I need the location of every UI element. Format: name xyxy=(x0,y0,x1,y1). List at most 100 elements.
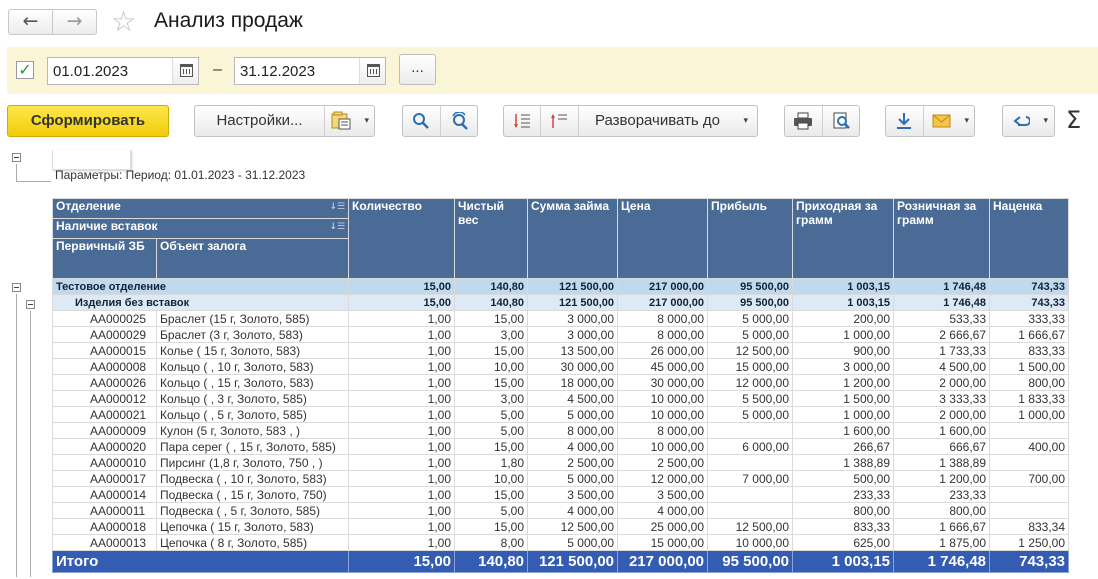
cell-value[interactable]: 5 000,00 xyxy=(707,310,794,327)
cell-value[interactable]: 1,00 xyxy=(348,374,456,391)
date-to-field[interactable] xyxy=(234,57,386,85)
cell-value[interactable]: 12 500,00 xyxy=(527,518,619,535)
cell-value[interactable]: 5,00 xyxy=(454,502,529,519)
cell-code[interactable]: AA000013 xyxy=(52,534,157,551)
header-price[interactable]: Цена xyxy=(617,198,709,279)
cell-value[interactable]: 1,00 xyxy=(348,310,456,327)
table-row[interactable]: AA000015 Колье ( 15 г, Золото, 583) 1,00 15… xyxy=(52,342,1070,359)
header-net-weight[interactable]: Чистый вес xyxy=(454,198,529,279)
cell-value[interactable]: 12 000,00 xyxy=(617,470,709,487)
table-row[interactable]: AA000014 Подвеска ( , 15 г, Золото, 750) 1… xyxy=(52,486,1070,503)
cell-value[interactable]: 140,80 xyxy=(454,294,529,311)
cell-value[interactable]: 3 000,00 xyxy=(527,326,619,343)
cell-value[interactable]: 666,67 xyxy=(893,438,991,455)
cell-object[interactable]: Подвеска ( , 5 г, Золото, 585) xyxy=(155,502,350,519)
cell-value[interactable]: 217 000,00 xyxy=(617,278,709,295)
cell-value[interactable]: 1 746,48 xyxy=(893,294,991,311)
cell-value[interactable]: 26 000,00 xyxy=(617,342,709,359)
cell-value[interactable] xyxy=(707,422,794,439)
header-department[interactable]: Отделение ↓☰ xyxy=(51,198,350,219)
cell-value[interactable]: 266,67 xyxy=(792,438,895,455)
cell-value[interactable]: 15,00 xyxy=(454,310,529,327)
cell-value[interactable]: 15 000,00 xyxy=(707,358,794,375)
cell-value[interactable]: 30 000,00 xyxy=(527,358,619,375)
cell-value[interactable]: 1 733,33 xyxy=(893,342,991,359)
cell-object[interactable]: Браслет (3 г, Золото, 583) xyxy=(155,326,350,343)
cell-value[interactable]: 233,33 xyxy=(893,486,991,503)
cell-value[interactable] xyxy=(989,486,1070,503)
header-markup[interactable]: Наценка xyxy=(989,198,1070,279)
cell-value[interactable]: 900,00 xyxy=(792,342,895,359)
cell-code[interactable]: AA000025 xyxy=(52,310,157,327)
cell-value[interactable]: 1,00 xyxy=(348,358,456,375)
collapse-params-icon[interactable] xyxy=(12,153,21,162)
cell-object[interactable]: Цепочка ( 8 г, Золото, 585) xyxy=(155,534,350,551)
cell-value[interactable]: 13 500,00 xyxy=(527,342,619,359)
header-object[interactable]: Объект залога xyxy=(155,238,350,279)
header-loan-sum[interactable]: Сумма займа xyxy=(527,198,619,279)
cell-value[interactable]: 25 000,00 xyxy=(617,518,709,535)
subgroup-row[interactable]: Изделия без вставок 15,00 140,80 121 500,00… xyxy=(51,294,1070,311)
cell-value[interactable]: 5 000,00 xyxy=(707,326,794,343)
cell-value[interactable]: 8 000,00 xyxy=(617,310,709,327)
save-button[interactable] xyxy=(886,106,923,136)
table-row[interactable]: AA000012 Кольцо ( , 3 г, Золото, 585) 1,00… xyxy=(52,390,1070,407)
cell-value[interactable]: 1 500,00 xyxy=(989,358,1070,375)
cell-value[interactable]: 1 250,00 xyxy=(989,534,1070,551)
cell-value[interactable] xyxy=(707,454,794,471)
cell-value[interactable]: 4 000,00 xyxy=(617,502,709,519)
cell-code[interactable]: AA000010 xyxy=(52,454,157,471)
cell-value[interactable]: 1 388,89 xyxy=(792,454,895,471)
cell-value[interactable]: 7 000,00 xyxy=(707,470,794,487)
print-preview-button[interactable] xyxy=(822,106,860,136)
cell-value[interactable]: 1 600,00 xyxy=(792,422,895,439)
cell-value[interactable]: 4 000,00 xyxy=(527,502,619,519)
cell-value[interactable]: 30 000,00 xyxy=(617,374,709,391)
cell-code[interactable]: AA000012 xyxy=(52,390,157,407)
cell-value[interactable]: 12 500,00 xyxy=(707,518,794,535)
date-to-calendar-button[interactable] xyxy=(359,58,385,84)
cell-value[interactable]: 8 000,00 xyxy=(527,422,619,439)
cell-value[interactable]: 1 000,00 xyxy=(989,406,1070,423)
cell-value[interactable]: 3 333,33 xyxy=(893,390,991,407)
cell-value[interactable]: 15,00 xyxy=(454,518,529,535)
period-select-button[interactable]: ... xyxy=(399,54,436,85)
date-from-calendar-button[interactable] xyxy=(172,58,198,84)
cell-code[interactable]: AA000008 xyxy=(52,358,157,375)
cell-value[interactable]: 743,33 xyxy=(989,294,1070,311)
cell-value[interactable]: 1 746,48 xyxy=(893,550,991,573)
cell-value[interactable]: 15,00 xyxy=(348,278,456,295)
cell-value[interactable]: 800,00 xyxy=(893,502,991,519)
cell-value[interactable]: 1 875,00 xyxy=(893,534,991,551)
cell-object[interactable]: Колье ( 15 г, Золото, 583) xyxy=(155,342,350,359)
cell-value[interactable]: 18 000,00 xyxy=(527,374,619,391)
cell-value[interactable]: 1 003,15 xyxy=(792,278,895,295)
header-inserts[interactable]: Наличие вставок ↓☰ xyxy=(51,218,350,239)
cell-value[interactable]: 12 000,00 xyxy=(707,374,794,391)
cell-value[interactable]: 1,00 xyxy=(348,470,456,487)
cell-value[interactable]: 1 746,48 xyxy=(893,278,991,295)
cell-code[interactable]: AA000020 xyxy=(52,438,157,455)
cell-value[interactable]: 2 000,00 xyxy=(893,406,991,423)
cell-value[interactable]: 10 000,00 xyxy=(617,438,709,455)
sort-icon[interactable]: ↓☰ xyxy=(329,202,345,212)
cell-object[interactable]: Кольцо ( , 3 г, Золото, 585) xyxy=(155,390,350,407)
cell-value[interactable] xyxy=(707,502,794,519)
cell-code[interactable]: AA000014 xyxy=(52,486,157,503)
cell-value[interactable]: 5 000,00 xyxy=(527,534,619,551)
cell-value[interactable]: 400,00 xyxy=(989,438,1070,455)
cell-value[interactable]: 95 500,00 xyxy=(707,294,794,311)
cell-value[interactable]: 1,80 xyxy=(454,454,529,471)
cell-value[interactable]: 1,00 xyxy=(348,518,456,535)
cell-code[interactable]: AA000018 xyxy=(52,518,157,535)
find-button[interactable] xyxy=(403,106,440,136)
cell-value[interactable]: 833,34 xyxy=(989,518,1070,535)
group-label[interactable]: Изделия без вставок xyxy=(51,294,350,311)
cell-value[interactable]: 15,00 xyxy=(454,438,529,455)
collapse-subgroup-icon[interactable] xyxy=(26,300,35,309)
cell-value[interactable]: 1 666,67 xyxy=(893,518,991,535)
back-button[interactable]: ← xyxy=(8,9,53,35)
sort-icon[interactable]: ↓☰ xyxy=(329,222,345,232)
cell-value[interactable]: 10,00 xyxy=(454,358,529,375)
cell-code[interactable]: AA000026 xyxy=(52,374,157,391)
